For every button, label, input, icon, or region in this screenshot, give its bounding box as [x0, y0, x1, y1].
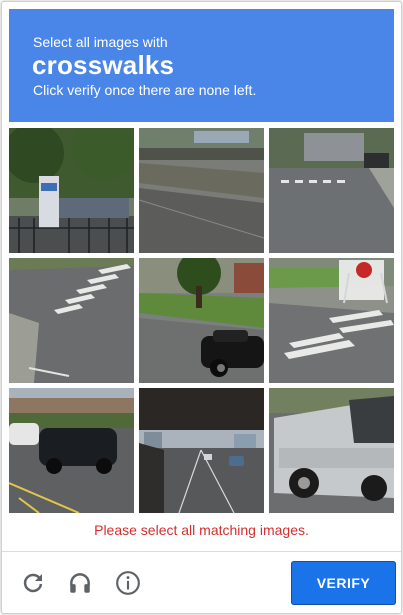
tile-image — [139, 388, 264, 513]
headphones-icon — [70, 573, 90, 593]
image-tile-1[interactable] — [9, 128, 134, 253]
image-grid — [9, 128, 394, 513]
tile-image — [139, 128, 264, 253]
error-message: Please select all matching images. — [94, 522, 309, 538]
image-tile-4[interactable] — [9, 258, 134, 383]
tile-image — [139, 258, 264, 383]
tile-image — [9, 258, 134, 383]
audio-challenge-button[interactable] — [64, 567, 96, 599]
image-tile-5[interactable] — [139, 258, 264, 383]
image-tile-8[interactable] — [139, 388, 264, 513]
info-button[interactable] — [112, 567, 144, 599]
tile-image — [269, 388, 394, 513]
image-tile-2[interactable] — [139, 128, 264, 253]
instruction-line: Select all images with — [33, 34, 168, 50]
target-object: crosswalks — [32, 50, 175, 80]
image-tile-6[interactable] — [269, 258, 394, 383]
reload-button[interactable] — [17, 567, 49, 599]
tile-image — [9, 128, 134, 253]
footer-divider — [2, 551, 401, 552]
tile-image — [269, 128, 394, 253]
instruction-hint: Click verify once there are none left. — [33, 82, 257, 98]
image-tile-7[interactable] — [9, 388, 134, 513]
tile-image — [269, 258, 394, 383]
image-tile-9[interactable] — [269, 388, 394, 513]
challenge-header: Select all images with crosswalks Click … — [9, 9, 394, 122]
reload-icon — [23, 573, 43, 593]
info-icon — [116, 571, 140, 595]
image-tile-3[interactable] — [269, 128, 394, 253]
tile-image — [9, 388, 134, 513]
verify-button[interactable]: VERIFY — [291, 561, 396, 605]
